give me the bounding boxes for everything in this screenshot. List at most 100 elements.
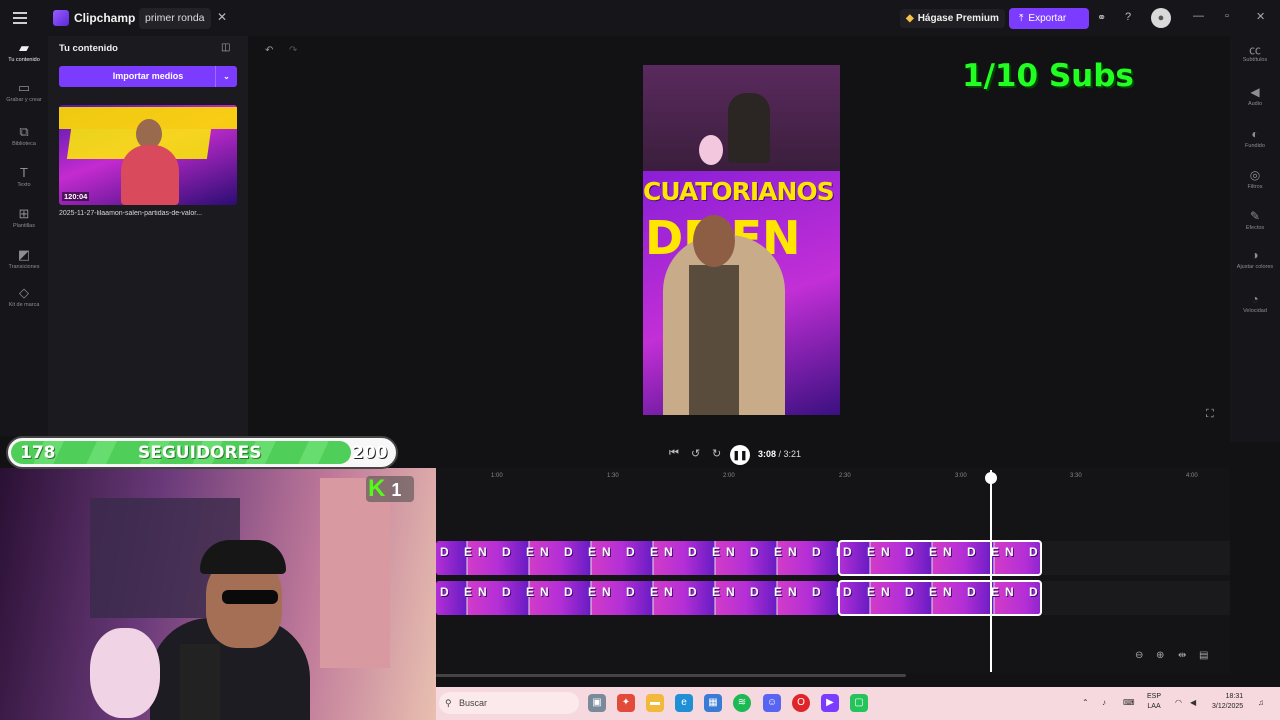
chevron-down-icon[interactable]: ⌄ (215, 66, 237, 87)
notification-bell-icon[interactable]: ♫ (1258, 698, 1264, 707)
clipchamp-task-icon[interactable]: ▶ (821, 694, 839, 712)
cam-cap (200, 540, 286, 574)
playhead[interactable] (985, 470, 997, 672)
library-icon: ⧉ (19, 124, 29, 139)
forward-5-icon[interactable]: ↻ (712, 447, 721, 460)
discord-icon[interactable]: ☺ (763, 694, 781, 712)
redo-icon[interactable]: ↷ (289, 45, 297, 56)
rail-item-text[interactable]: T Texto (0, 165, 48, 188)
close-icon[interactable]: ✕ (1256, 10, 1265, 23)
rr-item-adjust-colors[interactable]: ◑ Ajustar colores (1230, 248, 1280, 270)
language-indicator[interactable]: ESP LAA (1147, 692, 1161, 712)
task-view-icon[interactable]: ▣ (588, 694, 606, 712)
templates-icon: ⊞ (18, 206, 30, 221)
tick-label: 1:00 (491, 473, 503, 479)
copilot-icon[interactable]: ✦ (617, 694, 635, 712)
file-explorer-icon[interactable]: ▬ (646, 694, 664, 712)
wifi-icon[interactable]: ◠ (1175, 698, 1182, 707)
preview-area: ↶ ↷ CUATORIANOS DE EN 1/10 Subs ⛶ (256, 36, 1228, 442)
rail-label: Transiciones (8, 264, 40, 270)
zoom-out-icon[interactable]: ⊖ (1135, 650, 1143, 661)
diamond-icon: ◆ (906, 13, 914, 24)
rail-item-templates[interactable]: ⊞ Plantillas (0, 206, 48, 229)
video-clip-selected[interactable]: D EN D EN D EN D EN D EN D EN D EN (838, 540, 1042, 576)
rail-item-record[interactable]: ▭ Grabar y crear (0, 80, 48, 103)
import-label: Importar medios (112, 71, 184, 81)
search-placeholder: Buscar (459, 698, 488, 708)
rewind-5-icon[interactable]: ↺ (691, 447, 700, 460)
export-label: Exportar (1028, 13, 1067, 24)
rail-label: Kit de marca (8, 302, 40, 308)
audio-track: D EN D EN D EN D EN D EN D EN D EN D EN … (436, 580, 1230, 616)
rail-item-your-content[interactable]: ▰ Tu contenido (0, 40, 48, 63)
menu-icon[interactable] (13, 12, 27, 24)
video-banner-top: CUATORIANOS (643, 177, 835, 206)
top-bar: Clipchamp primer ronda ✕ ◆ Hágase Premium… (0, 0, 1280, 36)
keyboard-icon[interactable]: ⌨ (1123, 698, 1135, 707)
timeline-scrollbar[interactable] (436, 674, 906, 677)
rr-item-speed[interactable]: ◔ Velocidad (1230, 292, 1280, 314)
captions-icon: ㏄ (1248, 43, 1261, 57)
timeline-ruler[interactable]: 1:00 1:30 2:00 2:30 3:00 3:30 4:00 (436, 468, 1230, 486)
rr-label: Filtros (1247, 184, 1263, 190)
upload-icon: ⤒ (1019, 13, 1024, 24)
edge-icon[interactable]: e (675, 694, 693, 712)
taskbar-search[interactable]: ⚲ Buscar (439, 692, 579, 714)
rr-item-effects[interactable]: ✎ Efectos (1230, 209, 1280, 231)
kick-badge: K1 (366, 476, 414, 502)
video-plush (699, 135, 723, 165)
rr-label: Efectos (1245, 225, 1265, 231)
help-icon[interactable]: ? (1125, 11, 1131, 23)
kick-count: 1 (391, 480, 402, 500)
export-button[interactable]: ⤒ Exportar (1009, 8, 1089, 29)
rr-item-fade[interactable]: ◐ Fundido (1230, 127, 1280, 149)
zoom-in-icon[interactable]: ⊕ (1156, 650, 1164, 661)
skip-back-icon[interactable]: ⏮ (669, 447, 679, 460)
fit-timeline-icon[interactable]: ⇹ (1178, 650, 1186, 661)
playhead-knob[interactable] (985, 472, 997, 484)
import-media-button[interactable]: Importar medios ⌄ (59, 66, 237, 87)
tray-chevron-icon[interactable]: ⌃ (1082, 698, 1089, 707)
volume-icon[interactable]: ◀ (1190, 698, 1196, 707)
collapse-panel-icon[interactable]: ◫ (221, 42, 230, 53)
premium-button[interactable]: ◆ Hágase Premium (900, 9, 1005, 28)
rr-item-filters[interactable]: ◎ Filtros (1230, 168, 1280, 190)
rr-item-captions[interactable]: ㏄ Subtítulos (1230, 41, 1280, 63)
tick-label: 2:30 (839, 473, 851, 479)
audio-clip-selected[interactable]: D EN D EN D EN D EN D EN D EN D EN (838, 580, 1042, 616)
video-preview[interactable]: CUATORIANOS DE EN (643, 65, 840, 415)
video-clip[interactable]: D EN D EN D EN D EN D EN D EN D EN (436, 541, 838, 575)
left-rail: ▰ Tu contenido ▭ Grabar y crear ⧉ Bibliotec… (0, 36, 48, 436)
fullscreen-icon[interactable]: ⛶ (1206, 408, 1214, 421)
microphone-icon[interactable]: ♪ (1102, 698, 1106, 707)
rr-item-audio[interactable]: ◀ Audio (1230, 85, 1280, 107)
media-thumbnail[interactable]: 120:04 (59, 105, 237, 205)
maximize-icon[interactable]: ▫ (1225, 10, 1229, 22)
playback-controls: ⏮ ↺ ↻ ❚❚ 3:08 / 3:21 (436, 444, 1230, 466)
share-icon[interactable]: ⚭ (1097, 11, 1106, 24)
rail-item-library[interactable]: ⧉ Biblioteca (0, 124, 48, 147)
pause-button[interactable]: ❚❚ (730, 445, 750, 465)
avatar[interactable]: ● (1151, 8, 1171, 28)
minimize-icon[interactable]: — (1193, 10, 1204, 22)
notifications-off-icon[interactable]: ✕ (217, 10, 227, 24)
project-name-field[interactable]: primer ronda (139, 8, 211, 29)
streaming-app-icon[interactable]: ▢ (850, 694, 868, 712)
timeline-view-icon[interactable]: ▤ (1199, 650, 1208, 661)
rr-label: Subtítulos (1242, 57, 1268, 63)
rail-item-transitions[interactable]: ◩ Transiciones (0, 247, 48, 270)
spotify-icon[interactable]: ≋ (733, 694, 751, 712)
windows-taskbar: ⚲ Buscar ▣ ✦ ▬ e ▦ ≋ ☺ O ▶ ▢ ⌃ ♪ ⌨ ESP LAA… (436, 687, 1280, 720)
folder-icon: ▰ (19, 40, 29, 55)
audio-clip[interactable]: D EN D EN D EN D EN D EN D EN D EN (436, 581, 838, 615)
opera-icon[interactable]: O (792, 694, 810, 712)
timeline[interactable]: 1:00 1:30 2:00 2:30 3:00 3:30 4:00 D EN … (436, 468, 1230, 674)
webcam-overlay: K1 (0, 468, 436, 720)
rail-item-brand-kit[interactable]: ◇ Kit de marca (0, 285, 48, 308)
undo-icon[interactable]: ↶ (265, 45, 273, 56)
rr-label: Audio (1247, 101, 1263, 107)
clock[interactable]: 18:31 3/12/2025 (1212, 692, 1243, 712)
store-icon[interactable]: ▦ (704, 694, 722, 712)
total-time: / 3:21 (778, 449, 802, 459)
rail-label: Tu contenido (8, 57, 40, 63)
